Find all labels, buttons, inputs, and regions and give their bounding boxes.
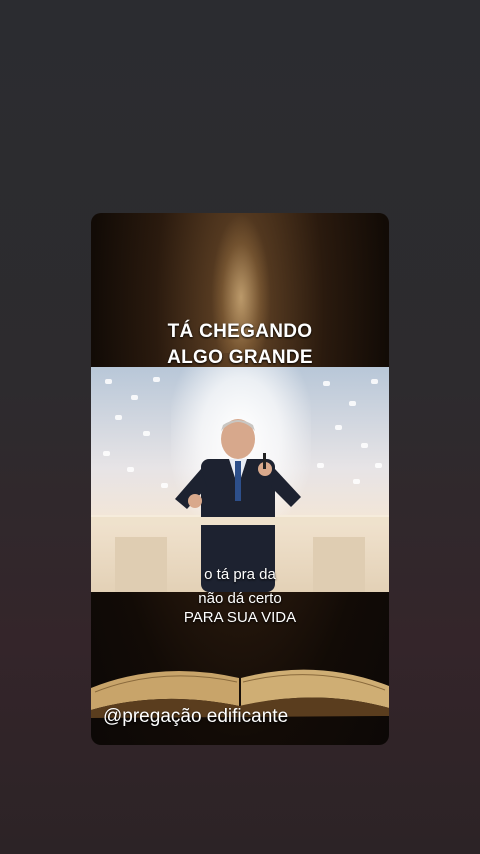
title-line-2: ALGO GRANDE [167,347,313,368]
pulpit-panel-right [313,537,365,592]
video-frame[interactable] [91,367,389,592]
caption-line-2: não dá certo [198,590,282,607]
channel-handle[interactable]: @pregação edificante [103,706,288,728]
pulpit-panel-left [115,537,167,592]
title-line-1: TÁ CHEGANDO [167,321,313,342]
pulpit-ledge [91,517,389,525]
caption-line-1: o tá pra da [204,566,276,583]
caption-line-3: PARA SUA VIDA [183,609,297,626]
